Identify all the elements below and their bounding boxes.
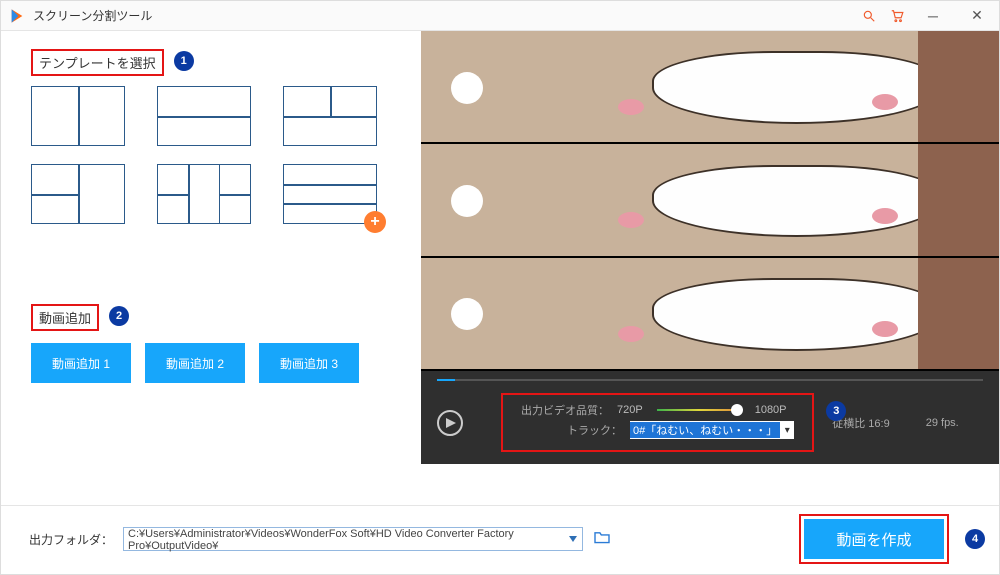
- preview-row-1: [421, 31, 999, 144]
- fps-label: 29 fps.: [926, 417, 959, 429]
- close-button[interactable]: ✕: [955, 2, 999, 30]
- cart-icon[interactable]: [883, 2, 911, 30]
- timeline-slider[interactable]: [437, 379, 983, 381]
- preview-row-2: [421, 144, 999, 257]
- left-panel: テンプレートを選択 1 + 動画追加 2 動画追加 1: [1, 31, 421, 505]
- quality-slider[interactable]: [657, 408, 741, 412]
- template-2row[interactable]: [157, 86, 251, 146]
- minimize-button[interactable]: ─: [911, 2, 955, 30]
- add-video-2-button[interactable]: 動画追加 2: [145, 343, 245, 383]
- template-3col[interactable]: [157, 164, 251, 224]
- annotation-badge-1: 1: [174, 51, 194, 71]
- preview-controls: 出力ビデオ品質： 720P 1080P トラック： 0#「ねむい、ねむい・・・」…: [421, 371, 999, 464]
- chevron-down-icon: ▾: [780, 421, 794, 439]
- template-grid: +: [31, 86, 411, 224]
- output-folder-label: 出力フォルダ：: [29, 531, 113, 548]
- play-button[interactable]: [437, 410, 463, 436]
- add-video-heading: 動画追加: [31, 304, 99, 331]
- video-preview: [421, 31, 999, 371]
- output-path-input[interactable]: C:¥Users¥Administrator¥Videos¥WonderFox …: [123, 527, 583, 551]
- template-top2bottom[interactable]: [283, 86, 377, 146]
- quality-label: 出力ビデオ品質：: [521, 402, 609, 418]
- add-video-3-button[interactable]: 動画追加 3: [259, 343, 359, 383]
- annotation-badge-2: 2: [109, 306, 129, 326]
- preview-row-3: [421, 258, 999, 371]
- folder-icon[interactable]: [593, 530, 611, 549]
- annotation-badge-4: 4: [965, 529, 985, 549]
- select-template-heading: テンプレートを選択: [31, 49, 164, 76]
- add-video-1-button[interactable]: 動画追加 1: [31, 343, 131, 383]
- upgrade-icon[interactable]: [855, 2, 883, 30]
- title-bar: スクリーン分割ツール ─ ✕: [1, 1, 999, 31]
- template-3row-more[interactable]: +: [283, 164, 377, 224]
- quality-1080p: 1080P: [755, 404, 787, 416]
- app-logo-icon: [9, 8, 25, 24]
- track-label: トラック：: [567, 422, 622, 438]
- template-2col[interactable]: [31, 86, 125, 146]
- track-select[interactable]: 0#「ねむい、ねむい・・・」 ▾: [630, 421, 794, 439]
- window-title: スクリーン分割ツール: [33, 7, 152, 24]
- create-button-highlight: 動画を作成: [799, 514, 949, 564]
- add-template-icon[interactable]: +: [364, 211, 386, 233]
- quality-720p: 720P: [617, 404, 643, 416]
- create-video-button[interactable]: 動画を作成: [804, 519, 944, 559]
- output-settings-box: 出力ビデオ品質： 720P 1080P トラック： 0#「ねむい、ねむい・・・」…: [501, 393, 814, 452]
- footer-bar: 出力フォルダ： C:¥Users¥Administrator¥Videos¥Wo…: [1, 505, 999, 574]
- right-panel: 出力ビデオ品質： 720P 1080P トラック： 0#「ねむい、ねむい・・・」…: [421, 31, 999, 505]
- template-left2right[interactable]: [31, 164, 125, 224]
- app-window: スクリーン分割ツール ─ ✕ テンプレートを選択 1 +: [0, 0, 1000, 575]
